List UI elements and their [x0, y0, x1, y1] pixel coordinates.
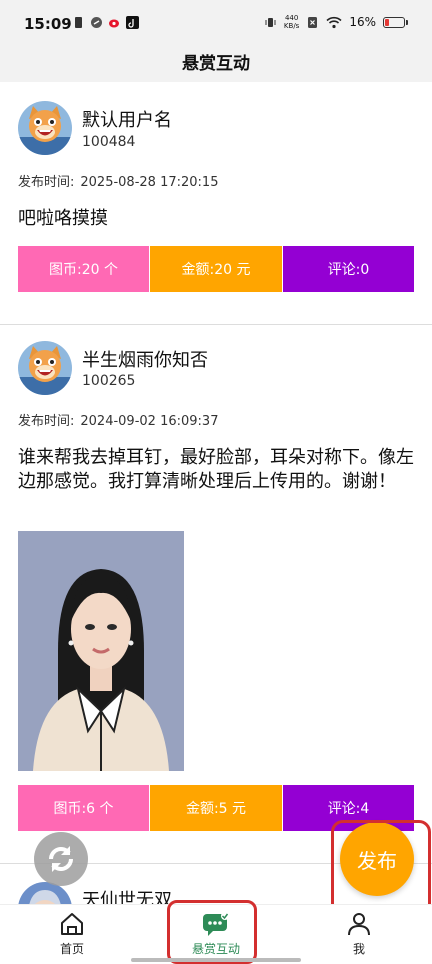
- amount-badge: 金额:20 元: [150, 246, 282, 292]
- weibo-icon: [109, 19, 119, 28]
- post-stats: 图币:20 个 金额:20 元 评论:0: [18, 246, 414, 292]
- battery-percent: 16%: [349, 15, 376, 29]
- no-sim-icon: [308, 16, 318, 28]
- post-time-label: 发布时间:: [18, 175, 75, 190]
- username[interactable]: 半生烟雨你知否: [82, 346, 208, 372]
- post-time: 发布时间: 2025-08-28 17:20:15: [18, 171, 218, 190]
- home-indicator[interactable]: [131, 958, 301, 962]
- comments-badge[interactable]: 评论:0: [283, 246, 414, 292]
- post-time: 发布时间: 2024-09-02 16:09:37: [18, 410, 218, 429]
- cat-avatar-icon: [18, 341, 72, 395]
- portrait-photo-icon: [18, 531, 184, 771]
- user-id: 100265: [82, 373, 136, 389]
- coins-badge: 图币:6 个: [18, 785, 149, 831]
- username[interactable]: 天仙世无双: [82, 886, 172, 904]
- post-image[interactable]: [18, 531, 184, 771]
- username[interactable]: 默认用户名: [82, 106, 172, 132]
- nav-item-home[interactable]: 首页: [32, 911, 112, 961]
- header: 悬赏互动: [0, 40, 432, 82]
- status-left-icons: [72, 16, 139, 29]
- avatar[interactable]: [18, 341, 72, 395]
- nav-item-bounty-highlight: [167, 900, 257, 964]
- status-right: 440 KB/s 16%: [264, 14, 408, 30]
- amount-badge: 金额:5 元: [150, 785, 282, 831]
- battery-icon: [383, 16, 408, 28]
- post-card[interactable]: 默认用户名 100484 发布时间: 2025-08-28 17:20:15 吧啦…: [0, 82, 432, 324]
- post-content[interactable]: 吧啦咯摸摸: [18, 207, 418, 231]
- nav-label-me: 我: [352, 942, 365, 956]
- home-icon: [61, 913, 83, 935]
- nav-item-me[interactable]: 我: [319, 911, 399, 961]
- user-icon: [348, 913, 370, 936]
- avatar[interactable]: [18, 101, 72, 155]
- coins-badge: 图币:20 个: [18, 246, 149, 292]
- cat-avatar-icon: [18, 101, 72, 155]
- wifi-icon: [326, 16, 342, 28]
- bounty-feed[interactable]: 默认用户名 100484 发布时间: 2025-08-28 17:20:15 吧啦…: [0, 82, 432, 904]
- vibrate-icon: [265, 17, 276, 27]
- sim-icon: [75, 17, 82, 28]
- post-card[interactable]: 半生烟雨你知否 100265 发布时间: 2024-09-02 16:09:37 …: [0, 325, 432, 863]
- page-title: 悬赏互动: [182, 53, 250, 74]
- nav-label-home: 首页: [59, 942, 84, 956]
- post-content[interactable]: 谁来帮我去掉耳钉，最好脸部，耳朵对称下。像左边那感觉。我打算清晰处理后上传用的。…: [18, 446, 418, 494]
- tiktok-icon: [126, 16, 139, 29]
- refresh-button[interactable]: [34, 832, 88, 886]
- net-speed: 440 KB/s: [283, 14, 300, 30]
- refresh-icon: [49, 846, 73, 872]
- post-time-label: 发布时间:: [18, 414, 75, 429]
- post-time-value: 2024-09-02 16:09:37: [80, 414, 219, 429]
- post-time-value: 2025-08-28 17:20:15: [80, 175, 219, 190]
- status-bar: 15:09 440 KB/s 16%: [0, 0, 432, 40]
- status-time: 15:09: [24, 15, 72, 33]
- app-notification-icon: [91, 17, 102, 28]
- user-id: 100484: [82, 134, 136, 150]
